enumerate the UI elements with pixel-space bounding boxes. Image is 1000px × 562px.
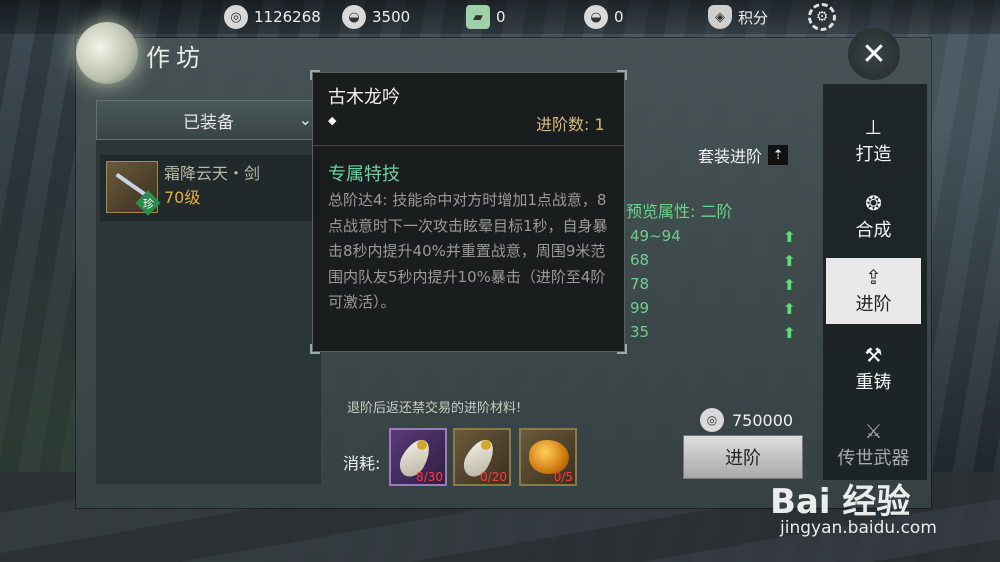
set-advance-button[interactable]: 套装进阶 ⇡ <box>698 143 789 167</box>
hammer-icon: ⚒ <box>864 343 883 367</box>
stat-value: 99 <box>630 299 650 317</box>
feather-eye <box>417 440 427 450</box>
tab-merge[interactable]: ❂ 合成 <box>826 184 921 250</box>
cost-display: ◎ 750000 <box>700 408 793 432</box>
tooltip-corner <box>310 344 320 354</box>
currency-jade-value: 0 <box>496 8 506 26</box>
silver-ingot-icon: ◒ <box>342 5 366 29</box>
tab-recast[interactable]: ⚒ 重铸 <box>826 336 921 402</box>
close-icon: ✕ <box>861 36 887 72</box>
tab-advance[interactable]: ⇪ 进阶 <box>826 258 921 324</box>
stat-value: 35 <box>630 323 650 341</box>
coin-icon: ◎ <box>224 5 248 29</box>
tab-legend-weapon[interactable]: ⚔ 传世武器 <box>826 412 921 478</box>
rarity-badge: 珍 <box>135 190 161 216</box>
currency-silver: ◒ 3500 <box>342 5 410 29</box>
tab-forge[interactable]: ⊥ 打造 <box>826 108 921 174</box>
jade-ticket-icon: ▰ <box>466 5 490 29</box>
rarity-badge-label: 珍 <box>142 197 154 210</box>
diamond-icon: ◆ <box>328 114 337 127</box>
tooltip-corner <box>310 70 320 80</box>
arrow-up-icon: ⬆ <box>783 228 796 246</box>
points-label: 积分 <box>738 8 769 27</box>
tooltip-corner <box>617 344 627 354</box>
preview-title: 预览属性: 二阶 <box>626 202 733 221</box>
divider <box>313 145 624 146</box>
advance-button[interactable]: 进阶 <box>683 435 803 479</box>
tab-label: 打造 <box>855 144 892 165</box>
baidu-watermark-logo: Bai 经验 <box>770 482 911 522</box>
material-count: 0/5 <box>553 470 573 484</box>
currency-silver-value: 3500 <box>372 8 411 26</box>
stat-value: 49~94 <box>630 227 681 245</box>
currency-coin-value: 1126268 <box>254 8 321 26</box>
set-advance-label: 套装进阶 <box>698 147 763 166</box>
chevron-down-icon: ⌄ <box>298 110 312 129</box>
stat-value: 68 <box>630 251 650 269</box>
currency-jade: ▰ 0 <box>466 5 506 29</box>
material-slot[interactable]: 0/5 <box>519 428 577 486</box>
close-button[interactable]: ✕ <box>848 28 900 80</box>
consume-label: 消耗: <box>343 454 381 473</box>
sword-item-icon[interactable]: 珍 <box>106 161 161 216</box>
tab-label: 重铸 <box>855 372 892 393</box>
stat-value: 78 <box>630 275 650 293</box>
upgrade-icon: ⇡ <box>768 145 789 165</box>
points-button[interactable]: ◈ 积分 <box>708 5 768 29</box>
dropdown-label: 已装备 <box>183 112 234 133</box>
item-name: 霜降云天・剑 <box>164 164 261 183</box>
tab-label: 传世武器 <box>837 448 910 469</box>
item-level: 70级 <box>164 188 201 207</box>
tooltip-grade: 进阶数: 1 <box>536 115 605 134</box>
gear-icon[interactable]: ⚙ <box>808 3 836 31</box>
material-count: 8/30 <box>416 470 443 484</box>
anvil-icon: ⊥ <box>864 115 883 139</box>
material-slot[interactable]: 0/20 <box>453 428 511 486</box>
currency-gold-value: 0 <box>614 8 624 26</box>
upgrade-icon: ⇪ <box>865 265 882 289</box>
currency-gold: ◒ 0 <box>584 5 624 29</box>
amber-stone-icon <box>529 440 569 474</box>
arrow-up-icon: ⬆ <box>783 252 796 270</box>
arrow-up-icon: ⬆ <box>783 300 796 318</box>
coin-icon: ◎ <box>700 408 724 432</box>
arrow-up-icon: ⬆ <box>783 276 796 294</box>
currency-coin: ◎ 1126268 <box>224 5 321 29</box>
material-count: 0/20 <box>480 470 507 484</box>
tooltip-corner <box>617 70 627 80</box>
arrow-up-icon: ⬆ <box>783 324 796 342</box>
tab-label: 合成 <box>855 220 892 241</box>
feather-eye <box>481 440 491 450</box>
baidu-watermark-url: jingyan.baidu.com <box>780 518 937 538</box>
refund-hint: 退阶后返还禁交易的进阶材料! <box>347 401 522 416</box>
legend-weapon-icon: ⚔ <box>864 419 883 443</box>
moon-emblem <box>76 22 138 84</box>
shield-icon: ◈ <box>708 5 732 29</box>
tooltip-item-name: 古木龙吟 <box>328 87 400 108</box>
material-slot[interactable]: 8/30 <box>389 428 447 486</box>
cost-value: 750000 <box>732 410 794 430</box>
tooltip-skill-desc: 总阶达4: 技能命中对方时增加1点战意，8点战意时下一次攻击眩晕目标1秒，自身暴… <box>328 191 608 311</box>
gold-ingot-icon: ◒ <box>584 5 608 29</box>
tooltip-skill-title: 专属特技 <box>328 164 400 185</box>
tab-label: 进阶 <box>855 294 892 315</box>
equip-filter-dropdown[interactable]: 已装备 ⌄ <box>96 100 321 140</box>
page-title: 作坊 <box>146 44 206 72</box>
merge-icon: ❂ <box>865 191 882 215</box>
